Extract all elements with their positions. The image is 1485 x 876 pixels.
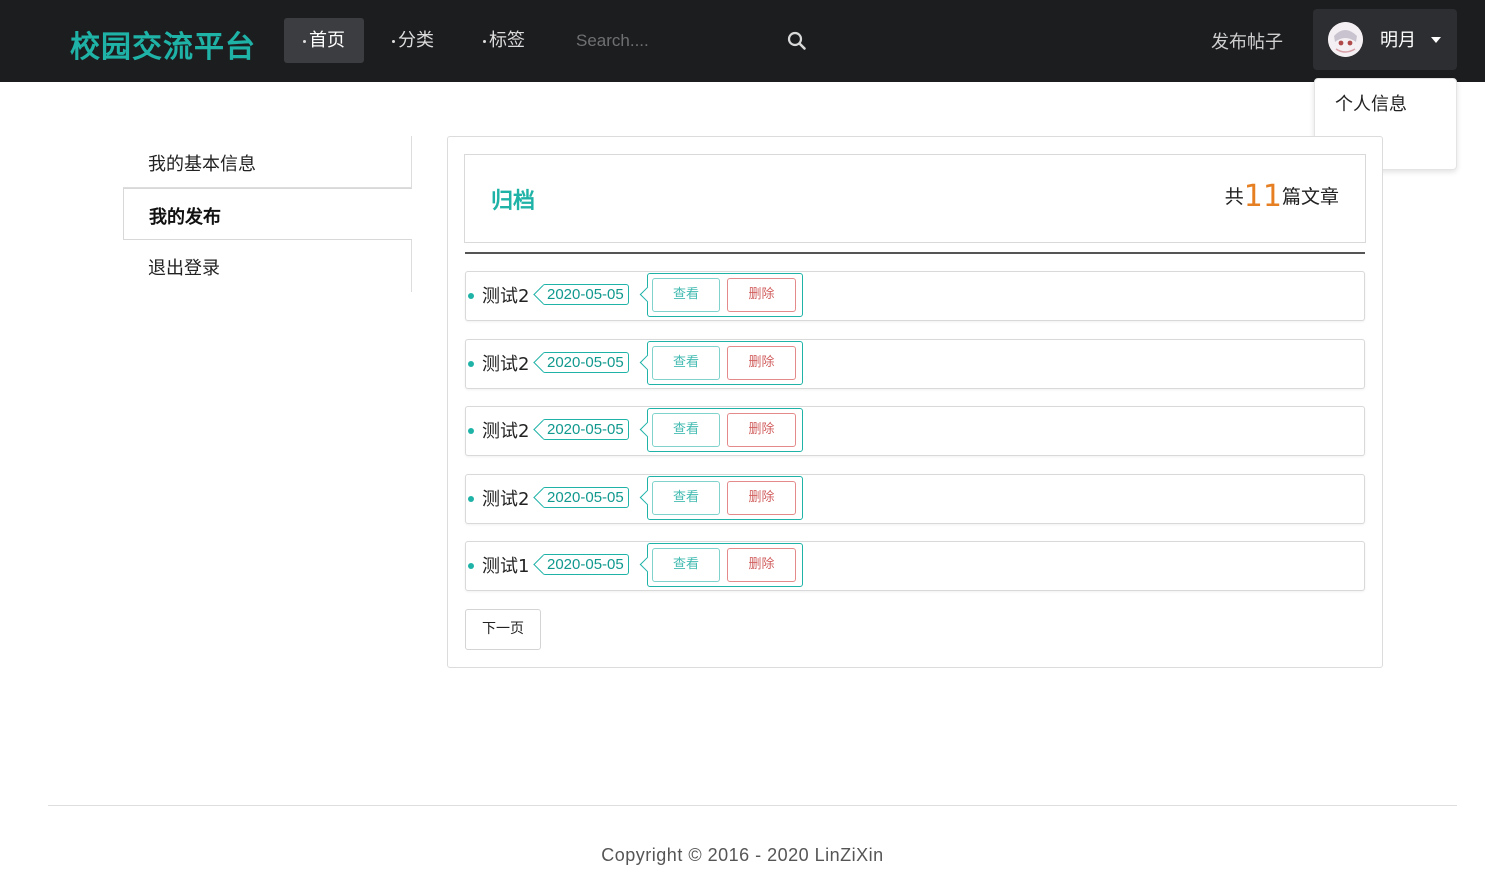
list-item: 测试2 2020-05-05 查看 删除 bbox=[465, 474, 1365, 524]
nav-home[interactable]: 首页 bbox=[284, 18, 364, 63]
sidebar-item-logout[interactable]: 退出登录 bbox=[123, 240, 412, 292]
bullet-icon bbox=[468, 361, 474, 367]
archive-count: 共11篇文章 bbox=[1225, 179, 1339, 214]
view-button[interactable]: 查看 bbox=[652, 548, 720, 582]
post-title[interactable]: 测试2 bbox=[482, 417, 529, 443]
tag-icon bbox=[483, 39, 486, 43]
sidebar-item-my-posts[interactable]: 我的发布 bbox=[123, 188, 412, 240]
sidebar-item-label: 我的发布 bbox=[149, 207, 221, 228]
archive-header: 归档 共11篇文章 bbox=[464, 154, 1366, 243]
publish-post-link[interactable]: 发布帖子 bbox=[1211, 28, 1283, 54]
list-item: 测试2 2020-05-05 查看 删除 bbox=[465, 339, 1365, 389]
post-title[interactable]: 测试2 bbox=[482, 350, 529, 376]
bullet-icon bbox=[468, 563, 474, 569]
search-icon[interactable] bbox=[787, 31, 807, 51]
bullet-icon bbox=[468, 428, 474, 434]
footer-copyright: Copyright © 2016 - 2020 LinZiXin bbox=[601, 845, 884, 865]
post-title[interactable]: 测试1 bbox=[482, 552, 529, 578]
post-date: 2020-05-05 bbox=[547, 354, 624, 371]
delete-button[interactable]: 删除 bbox=[727, 346, 796, 380]
nav-category[interactable]: 分类 bbox=[392, 18, 434, 63]
delete-button[interactable]: 删除 bbox=[727, 413, 796, 447]
view-button[interactable]: 查看 bbox=[652, 481, 720, 515]
delete-button[interactable]: 删除 bbox=[727, 481, 796, 515]
footer-divider bbox=[48, 805, 1457, 806]
date-tag: 2020-05-05 bbox=[542, 284, 629, 305]
nav-category-label: 分类 bbox=[398, 30, 434, 51]
view-button[interactable]: 查看 bbox=[652, 278, 720, 312]
avatar bbox=[1328, 22, 1363, 57]
post-actions: 查看 删除 bbox=[647, 273, 803, 317]
sidebar-item-label: 我的基本信息 bbox=[148, 154, 256, 175]
post-actions: 查看 删除 bbox=[647, 476, 803, 520]
post-actions: 查看 删除 bbox=[647, 341, 803, 385]
sidebar-item-label: 退出登录 bbox=[148, 258, 220, 279]
post-date: 2020-05-05 bbox=[547, 489, 624, 506]
view-button[interactable]: 查看 bbox=[652, 346, 720, 380]
view-button[interactable]: 查看 bbox=[652, 413, 720, 447]
top-navbar: 校园交流平台 首页 分类 标签 发布帖子 明月 bbox=[0, 0, 1485, 82]
next-page-button[interactable]: 下一页 bbox=[465, 609, 541, 650]
date-tag: 2020-05-05 bbox=[542, 352, 629, 373]
nav-tags[interactable]: 标签 bbox=[483, 18, 525, 63]
post-title[interactable]: 测试2 bbox=[482, 485, 529, 511]
post-actions: 查看 删除 bbox=[647, 408, 803, 452]
list-item: 测试2 2020-05-05 查看 删除 bbox=[465, 406, 1365, 456]
home-icon bbox=[303, 39, 306, 43]
archive-divider bbox=[465, 252, 1365, 254]
date-tag: 2020-05-05 bbox=[542, 554, 629, 575]
nav-home-label: 首页 bbox=[309, 30, 345, 51]
nav-tags-label: 标签 bbox=[489, 30, 525, 51]
count-number: 11 bbox=[1243, 179, 1282, 214]
search-input[interactable] bbox=[576, 26, 776, 56]
list-item: 测试2 2020-05-05 查看 删除 bbox=[465, 271, 1365, 321]
dropdown-item-profile[interactable]: 个人信息 bbox=[1335, 90, 1407, 116]
caret-down-icon bbox=[1431, 37, 1441, 43]
delete-button[interactable]: 删除 bbox=[727, 278, 796, 312]
post-actions: 查看 删除 bbox=[647, 543, 803, 587]
bullet-icon bbox=[468, 293, 474, 299]
category-icon bbox=[392, 39, 395, 43]
brand-logo[interactable]: 校园交流平台 bbox=[70, 22, 256, 66]
delete-button[interactable]: 删除 bbox=[727, 548, 796, 582]
date-tag: 2020-05-05 bbox=[542, 419, 629, 440]
count-suffix: 篇文章 bbox=[1281, 186, 1339, 208]
post-date: 2020-05-05 bbox=[547, 556, 624, 573]
post-date: 2020-05-05 bbox=[547, 421, 624, 438]
date-tag: 2020-05-05 bbox=[542, 487, 629, 508]
sidebar-item-basic-info[interactable]: 我的基本信息 bbox=[123, 136, 412, 188]
user-menu-toggle[interactable]: 明月 bbox=[1313, 9, 1457, 70]
bullet-icon bbox=[468, 496, 474, 502]
post-title[interactable]: 测试2 bbox=[482, 282, 529, 308]
list-item: 测试1 2020-05-05 查看 删除 bbox=[465, 541, 1365, 591]
count-prefix: 共 bbox=[1224, 186, 1244, 208]
username: 明月 bbox=[1380, 30, 1416, 51]
archive-title: 归档 bbox=[491, 189, 536, 214]
post-date: 2020-05-05 bbox=[547, 286, 624, 303]
